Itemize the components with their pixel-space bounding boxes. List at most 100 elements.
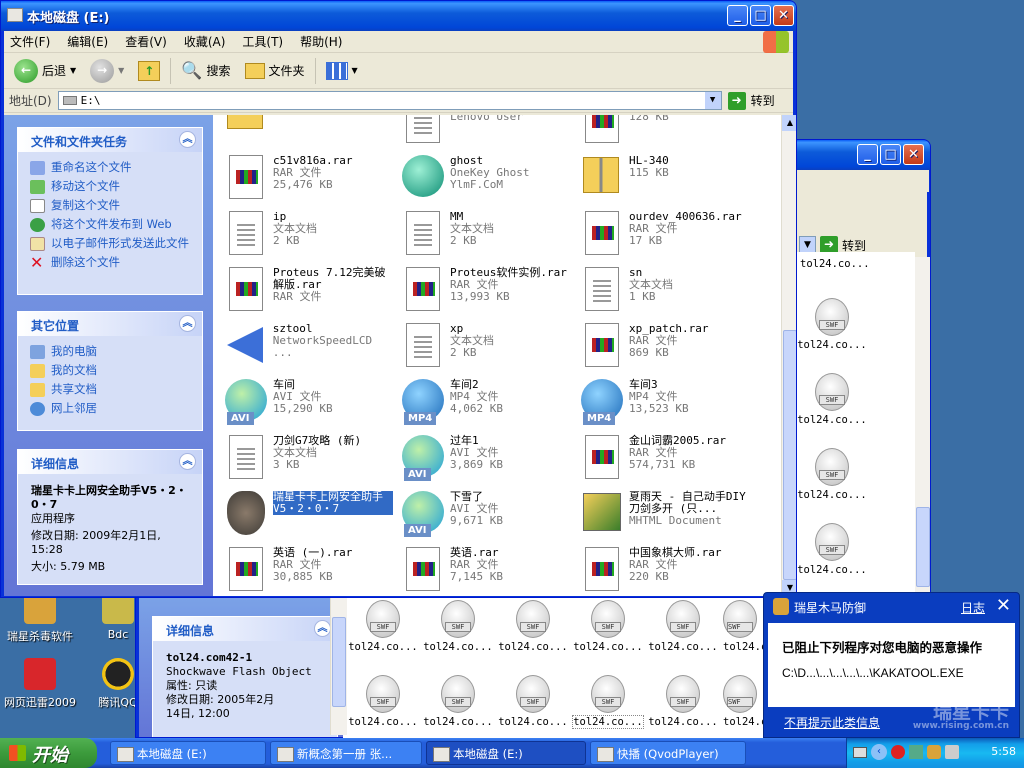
scrollbar-thumb[interactable] bbox=[332, 617, 346, 707]
swf-file-right-3[interactable]: SWF tol24.co... bbox=[797, 448, 867, 501]
dropdown-arrow-icon[interactable]: ▼ bbox=[352, 66, 358, 75]
file-item[interactable]: ip 文本文档 2 KB bbox=[223, 209, 398, 263]
swf-file-right-2[interactable]: SWF tol24.co... bbox=[797, 373, 867, 426]
collapse-chevron-icon[interactable]: ︽ bbox=[179, 131, 196, 148]
place-network[interactable]: 网上邻居 bbox=[18, 399, 202, 418]
swf-file[interactable]: SWF tol24.co... bbox=[498, 675, 568, 728]
dropdown-arrow-icon[interactable]: ▼ bbox=[118, 66, 124, 75]
file-item[interactable]: sn 文本文档 1 KB bbox=[579, 265, 754, 319]
place-shared-documents[interactable]: 共享文档 bbox=[18, 380, 202, 399]
main-explorer-window[interactable]: 本地磁盘 (E:) _ □ ✕ 文件(F) 编辑(E) 查看(V) 收藏(A) … bbox=[0, 0, 797, 598]
tray-rising-icon[interactable] bbox=[927, 745, 941, 759]
collapse-chevron-icon[interactable]: ︽ bbox=[179, 315, 196, 332]
file-item[interactable]: 中国象棋大师 bbox=[223, 115, 398, 151]
file-item[interactable]: Proteus 7.12完美破解版.rar RAR 文件 bbox=[223, 265, 398, 319]
main-vertical-scrollbar[interactable]: ▲ ▼ bbox=[781, 115, 796, 596]
forward-button[interactable]: → ▼ bbox=[86, 57, 128, 85]
file-item[interactable]: sztool NetworkSpeedLCD ... bbox=[223, 321, 398, 375]
scrollbar-thumb[interactable] bbox=[783, 330, 796, 580]
file-item[interactable]: ghost OneKey Ghost YlmF.CoM bbox=[400, 153, 575, 207]
file-item[interactable]: xp_patch.rar RAR 文件 869 KB bbox=[579, 321, 754, 375]
tray-volume-icon[interactable] bbox=[945, 745, 959, 759]
taskbar-button-explorer-2[interactable]: 本地磁盘 (E:) bbox=[426, 741, 586, 765]
task-email[interactable]: 以电子邮件形式发送此文件 bbox=[18, 234, 202, 253]
tray-network-icon[interactable] bbox=[909, 745, 923, 759]
swf-file-right-1[interactable]: SWF tol24.co... bbox=[797, 298, 867, 351]
swf-file[interactable]: SWF tol24.co... bbox=[648, 675, 718, 728]
other-places-header[interactable]: 其它位置 ︽ bbox=[18, 312, 202, 336]
back-vertical-scrollbar[interactable] bbox=[914, 257, 930, 632]
minimize-button[interactable]: _ bbox=[857, 144, 878, 165]
close-icon[interactable]: ✕ bbox=[996, 595, 1011, 616]
file-item[interactable]: 英语 (一).rar RAR 文件 30,885 KB bbox=[223, 545, 398, 596]
folders-button[interactable]: 文件夹 bbox=[241, 57, 309, 85]
file-item[interactable]: 英语.rar RAR 文件 7,145 KB bbox=[400, 545, 575, 596]
maximize-button[interactable]: □ bbox=[750, 5, 771, 26]
file-item[interactable]: XLS 文件128 KB bbox=[579, 115, 754, 151]
details-header[interactable]: 详细信息 ︽ bbox=[153, 617, 337, 641]
swf-file[interactable]: SWF tol24.co... bbox=[348, 600, 418, 653]
swf-file[interactable]: SWF tol24.co... bbox=[498, 600, 568, 653]
swf-file[interactable]: SWF tol24.co... bbox=[573, 600, 643, 653]
search-button[interactable]: 🔍 搜索 bbox=[177, 57, 234, 85]
swf-file[interactable]: SWF tol24.co... bbox=[572, 675, 644, 729]
file-item[interactable]: AVI 下雪了 AVI 文件 9,671 KB bbox=[400, 489, 575, 543]
tray-clock[interactable]: 5:58 bbox=[991, 745, 1016, 758]
task-delete[interactable]: ✕ 删除这个文件 bbox=[18, 253, 202, 272]
file-item[interactable]: c51v816a.rar RAR 文件 25,476 KB bbox=[223, 153, 398, 207]
task-rename[interactable]: 重命名这个文件 bbox=[18, 158, 202, 177]
file-item[interactable]: AVI 车间 AVI 文件 15,290 KB bbox=[223, 377, 398, 431]
scroll-up-arrow-icon[interactable]: ▲ bbox=[782, 115, 796, 131]
views-button[interactable]: ▼ bbox=[322, 57, 362, 85]
details-header[interactable]: 详细信息 ︽ bbox=[18, 450, 202, 474]
desktop-icon-rising[interactable]: 瑞星杀毒软件 bbox=[0, 592, 80, 644]
back-bottom-scrollbar[interactable] bbox=[330, 597, 347, 735]
taskbar-button-qvod[interactable]: 快播 (QvodPlayer) bbox=[590, 741, 746, 765]
file-item[interactable]: 刀剑G7攻略 (新) 文本文档 3 KB bbox=[223, 433, 398, 487]
swf-file[interactable]: SWF tol24.co... bbox=[423, 600, 493, 653]
file-item[interactable]: 瑞星卡卡上网安全助手V5・2・0・7 bbox=[223, 489, 398, 543]
taskbar-button-explorer-1[interactable]: 本地磁盘 (E:) bbox=[110, 741, 266, 765]
menu-help[interactable]: 帮助(H) bbox=[300, 33, 342, 50]
file-tasks-header[interactable]: 文件和文件夹任务 ︽ bbox=[18, 128, 202, 152]
popup-dont-show-link[interactable]: 不再提示此类信息 bbox=[784, 714, 880, 731]
main-window-titlebar[interactable]: 本地磁盘 (E:) _ □ ✕ bbox=[1, 1, 796, 31]
up-folder-button[interactable]: ↑ bbox=[134, 57, 164, 85]
popup-log-link[interactable]: 日志 bbox=[961, 599, 985, 616]
swf-file[interactable]: SWF tol24.co... bbox=[648, 600, 718, 653]
place-my-computer[interactable]: 我的电脑 bbox=[18, 342, 202, 361]
maximize-button[interactable]: □ bbox=[880, 144, 901, 165]
back-button[interactable]: ← 后退 ▼ bbox=[10, 57, 80, 85]
menu-file[interactable]: 文件(F) bbox=[10, 33, 50, 50]
go-button[interactable]: ➜ 转到 bbox=[727, 91, 775, 110]
menu-edit[interactable]: 编辑(E) bbox=[67, 33, 108, 50]
swf-file-right-0[interactable]: tol24.co... bbox=[800, 258, 870, 270]
tray-keyboard-icon[interactable] bbox=[853, 747, 867, 758]
file-item[interactable]: Proteus软件实例.rar RAR 文件 13,993 KB bbox=[400, 265, 575, 319]
file-item[interactable]: xp 文本文档 2 KB bbox=[400, 321, 575, 375]
file-item[interactable]: ourdev_400636.rar RAR 文件 17 KB bbox=[579, 209, 754, 263]
scrollbar-thumb[interactable] bbox=[916, 507, 930, 587]
collapse-chevron-icon[interactable]: ︽ bbox=[179, 453, 196, 470]
close-button[interactable]: ✕ bbox=[773, 5, 794, 26]
task-publish-web[interactable]: 将这个文件发布到 Web bbox=[18, 215, 202, 234]
file-item[interactable]: MP4 车间2 MP4 文件 4,062 KB bbox=[400, 377, 575, 431]
file-item[interactable]: AVI 过年1 AVI 文件 3,869 KB bbox=[400, 433, 575, 487]
tray-qvod-icon[interactable] bbox=[891, 745, 905, 759]
file-item[interactable]: 中国象棋大师.rar RAR 文件 220 KB bbox=[579, 545, 754, 596]
task-move[interactable]: 移动这个文件 bbox=[18, 177, 202, 196]
file-item[interactable]: MM 文本文档 2 KB bbox=[400, 209, 575, 263]
file-item[interactable]: HL-340 115 KB bbox=[579, 153, 754, 207]
dropdown-arrow-icon[interactable]: ▼ bbox=[70, 66, 76, 75]
address-dropdown-arrow-icon[interactable]: ▼ bbox=[704, 92, 721, 109]
desktop-icon-thunder[interactable]: 网页迅雷2009 bbox=[0, 658, 80, 710]
menu-view[interactable]: 查看(V) bbox=[125, 33, 167, 50]
menu-favorites[interactable]: 收藏(A) bbox=[184, 33, 226, 50]
swf-file[interactable]: SWF tol24.co... bbox=[723, 675, 767, 728]
collapse-chevron-icon[interactable]: ︽ bbox=[314, 620, 331, 637]
task-copy[interactable]: 复制这个文件 bbox=[18, 196, 202, 215]
swf-file[interactable]: SWF tol24.co... bbox=[423, 675, 493, 728]
address-input[interactable]: E:\ ▼ bbox=[57, 91, 722, 110]
minimize-button[interactable]: _ bbox=[727, 5, 748, 26]
start-button[interactable]: 开始 bbox=[0, 738, 97, 768]
